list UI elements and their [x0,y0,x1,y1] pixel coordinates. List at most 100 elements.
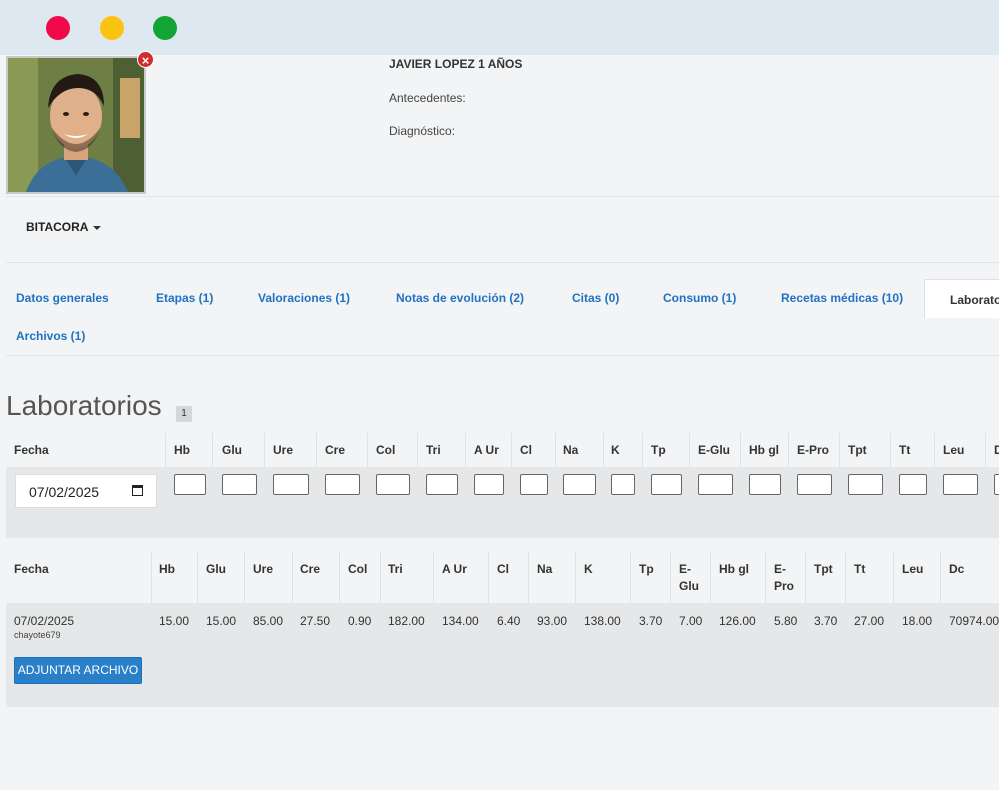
form-header-cell: Hb [174,443,190,457]
results-header-cell: Tp [639,562,654,576]
results-header-cell: A Ur [442,562,467,576]
column-separator [765,551,766,603]
column-separator [985,433,986,467]
form-header-cell: E-Glu [698,443,730,457]
column-separator [845,551,846,603]
form-header: Fecha Hb Glu Ure Cre Col Tri A Ur Cl Na … [6,433,999,467]
column-separator [893,551,894,603]
bitacora-dropdown[interactable]: BITACORA [26,220,102,234]
column-separator [511,433,512,467]
cl-input[interactable] [520,474,548,495]
result-value: 27.00 [854,614,885,628]
results-header-cell: Leu [902,562,924,576]
column-separator [244,551,245,603]
lab-results-table: Fecha Hb Glu Ure Cre Col Tri A Ur Cl Na … [6,551,999,707]
form-header-cell: Tpt [848,443,867,457]
tab-citas[interactable]: Citas (0) [572,291,619,305]
form-header-cell: Na [563,443,579,457]
results-header-cell: Hb [159,562,175,576]
e-pro-input[interactable] [797,474,832,495]
column-separator [197,551,198,603]
na-input[interactable] [563,474,596,495]
form-header-cell: Cl [520,443,532,457]
leu-input[interactable] [943,474,978,495]
column-separator [788,433,789,467]
column-separator [940,551,941,603]
tab-valoraciones[interactable]: Valoraciones (1) [258,291,350,305]
tab-etapas[interactable]: Etapas (1) [156,291,213,305]
a-ur-input[interactable] [474,474,504,495]
column-separator [689,433,690,467]
tab-notas-evolucion[interactable]: Notas de evolución (2) [396,291,524,305]
result-user: chayote679 [14,630,61,640]
tab-recetas-medicas[interactable]: Recetas médicas (10) [781,291,903,305]
count-badge: 1 [176,406,192,422]
result-value: 93.00 [537,614,568,628]
hb-input[interactable] [174,474,206,495]
result-value: 15.00 [159,614,190,628]
tpt-input[interactable] [848,474,883,495]
column-separator [165,433,166,467]
tp-input[interactable] [651,474,682,495]
d-input[interactable] [994,474,999,495]
results-header-cell: Glu [206,562,226,576]
cre-input[interactable] [325,474,360,495]
result-value: 0.90 [348,614,372,628]
tri-input[interactable] [426,474,458,495]
ure-input[interactable] [273,474,309,495]
form-header-cell: Fecha [14,443,49,457]
column-separator [367,433,368,467]
results-header-cell: Fecha [14,562,49,576]
e-glu-input[interactable] [698,474,733,495]
date-input[interactable]: 07/02/2025 [15,474,157,508]
results-header-cell: Tri [388,562,403,576]
calendar-icon[interactable] [132,485,143,496]
maximize-window-button[interactable] [153,16,177,40]
caret-down-icon [93,225,102,230]
results-header-cell: Cre [300,562,321,576]
tab-datos-generales[interactable]: Datos generales [16,291,109,305]
results-header-cell: Ure [253,562,274,576]
minimize-window-button[interactable] [100,16,124,40]
diagnostico-label: Diagnóstico: [389,124,456,138]
column-separator [417,433,418,467]
remove-photo-icon[interactable]: × [137,51,154,68]
results-header-cell: Dc [949,562,965,576]
column-separator [710,551,711,603]
result-value: 182.00 [388,614,425,628]
col-input[interactable] [376,474,410,495]
results-header-cell: Hb gl [719,562,749,576]
patient-photo [6,56,146,194]
results-header-cell: Na [537,562,553,576]
result-value: 7.00 [679,614,703,628]
tab-laboratorios[interactable]: Laboratorios [924,279,999,318]
column-separator [805,551,806,603]
result-value: 27.50 [300,614,331,628]
results-header-cell: E- Glu [679,562,699,593]
result-value: 15.00 [206,614,237,628]
result-date: 07/02/2025 [14,614,75,628]
tt-input[interactable] [899,474,927,495]
close-window-button[interactable] [46,16,70,40]
section-title: Laboratorios [6,390,162,421]
bitacora-label: BITACORA [26,220,89,234]
column-separator [528,551,529,603]
tab-consumo[interactable]: Consumo (1) [663,291,736,305]
result-value: 5.80 [774,614,798,628]
tab-archivos[interactable]: Archivos (1) [16,329,85,343]
column-separator [890,433,891,467]
column-separator [465,433,466,467]
result-value: 6.40 [497,614,521,628]
result-value: 3.70 [639,614,663,628]
form-header-cell: Tt [899,443,911,457]
lab-entry-form: Fecha Hb Glu Ure Cre Col Tri A Ur Cl Na … [6,433,999,538]
k-input[interactable] [611,474,635,495]
form-header-cell: Ure [273,443,294,457]
results-header-cell: K [584,562,593,576]
attach-file-button[interactable]: ADJUNTAR ARCHIVO [14,657,142,684]
results-header-cell: E- Pro [774,562,795,593]
glu-input[interactable] [222,474,257,495]
hb-gl-input[interactable] [749,474,781,495]
form-header-cell: Hb gl [749,443,779,457]
column-separator [433,551,434,603]
